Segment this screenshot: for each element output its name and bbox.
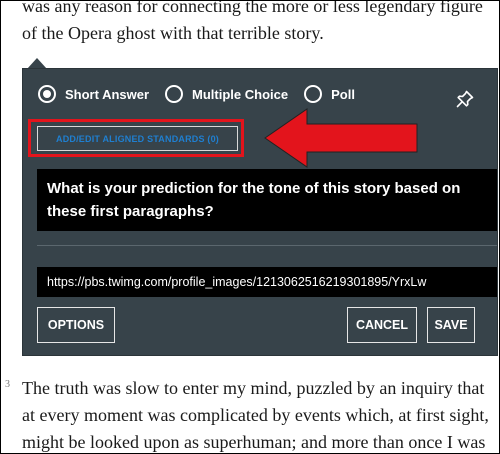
add-edit-standards-button[interactable]: ADD/EDIT ALIGNED STANDARDS (0) [37, 126, 238, 151]
article-paragraph-bottom: The truth was slow to enter my mind, puz… [22, 378, 489, 452]
radio-multiple-choice-label: Multiple Choice [192, 86, 289, 102]
page: was any reason for connecting the more o… [0, 0, 500, 454]
paragraph-number: 3 [5, 379, 10, 390]
article-paragraph-top: was any reason for connecting the more o… [22, 0, 483, 43]
radio-poll[interactable]: Poll [304, 85, 355, 103]
image-url-field[interactable]: https://pbs.twimg.com/profile_images/121… [37, 267, 497, 297]
radio-unselected-icon [304, 85, 323, 103]
panel-divider [37, 245, 497, 246]
red-arrow-annotation [264, 108, 418, 168]
question-type-group: Short Answer Multiple Choice Poll [38, 85, 371, 103]
cancel-button[interactable]: CANCEL [347, 307, 417, 343]
question-text-field[interactable]: What is your prediction for the tone of … [37, 169, 497, 231]
question-panel: Short Answer Multiple Choice Poll ADD/ED… [22, 68, 498, 356]
options-button[interactable]: OPTIONS [37, 307, 115, 343]
radio-multiple-choice[interactable]: Multiple Choice [165, 85, 288, 103]
radio-selected-icon [38, 85, 56, 103]
pin-icon[interactable] [455, 89, 475, 109]
radio-short-answer[interactable]: Short Answer [38, 85, 149, 103]
save-button[interactable]: SAVE [427, 307, 475, 343]
radio-short-answer-label: Short Answer [65, 86, 150, 102]
radio-unselected-icon [165, 85, 184, 103]
radio-poll-label: Poll [331, 86, 355, 102]
